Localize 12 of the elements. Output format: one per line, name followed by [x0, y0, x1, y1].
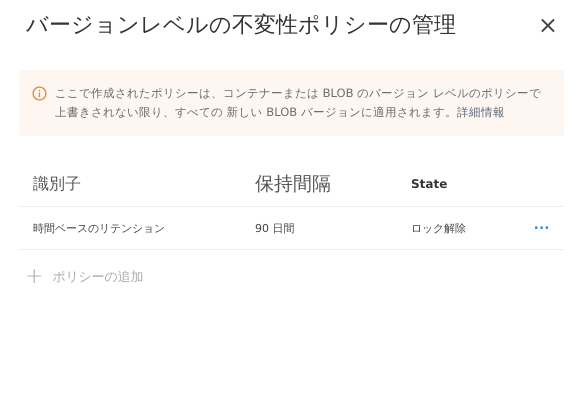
learn-more-link[interactable]: 詳細情報: [456, 105, 505, 119]
column-header: 保持間隔: [255, 172, 332, 197]
table-cell-text: 時間ベースのリテンション: [32, 220, 166, 236]
table-cell-text: 90 日間: [255, 220, 296, 236]
column-header: State: [411, 177, 448, 191]
column-header: 識別子: [32, 174, 82, 194]
info-message: ここで作成されたポリシーは、コンテナーまたは BLOB のバージョン レベルのポリシーで上書きされない限り、すべての 新しい BLOB バージョンに適用されます。詳細情報: [55, 85, 542, 121]
close-button[interactable]: ×: [532, 11, 564, 39]
info-icon: [32, 86, 47, 101]
more-button[interactable]: ···: [534, 220, 550, 238]
dialog-title: バージョンレベルの不変性ポリシーの管理: [26, 12, 456, 40]
table-cell-text: ロック解除: [411, 220, 467, 236]
